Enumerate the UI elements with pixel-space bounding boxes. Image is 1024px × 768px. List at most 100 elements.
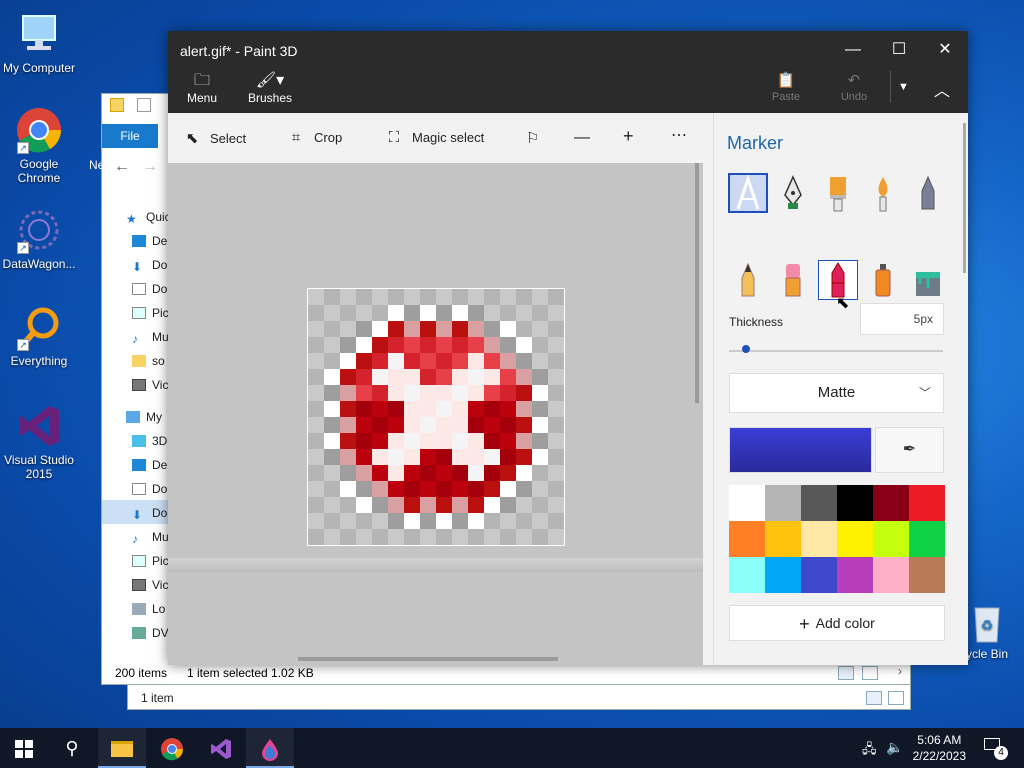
color-swatch[interactable] bbox=[837, 485, 873, 521]
desktop-icon-everything[interactable]: ↗ Everything bbox=[0, 303, 78, 368]
taskbar-file-explorer[interactable] bbox=[98, 728, 146, 768]
select-tool[interactable]: ⬉ Select bbox=[182, 129, 246, 147]
color-swatch[interactable] bbox=[765, 557, 801, 593]
desktop-icon-visual-studio[interactable]: Visual Studio 2015 bbox=[0, 402, 78, 481]
thickness-slider[interactable] bbox=[729, 350, 943, 352]
nav-item[interactable]: De bbox=[132, 458, 167, 472]
color-swatch[interactable] bbox=[909, 485, 945, 521]
menu-button[interactable]: 🗀 Menu bbox=[180, 71, 224, 105]
color-swatch[interactable] bbox=[909, 521, 945, 557]
minimize-button[interactable]: — bbox=[830, 39, 876, 63]
crop-tool[interactable]: ⌗ Crop bbox=[286, 129, 342, 146]
canvas-area[interactable] bbox=[168, 163, 703, 665]
nav-item[interactable]: Pic bbox=[132, 306, 169, 320]
nav-item[interactable]: De bbox=[132, 234, 167, 248]
color-swatch[interactable] bbox=[837, 521, 873, 557]
nav-item-selected[interactable]: ⬇ Do bbox=[102, 500, 172, 524]
color-swatch[interactable] bbox=[873, 557, 909, 593]
start-button[interactable] bbox=[0, 728, 48, 768]
nav-item[interactable]: Lo bbox=[132, 602, 165, 616]
details-view-icon[interactable] bbox=[866, 691, 882, 705]
nav-item[interactable]: Vic bbox=[132, 578, 168, 592]
undo-button[interactable]: ↶ Undo bbox=[834, 71, 874, 103]
dvd-drive-icon bbox=[132, 627, 146, 639]
current-color-swatch[interactable] bbox=[729, 427, 872, 473]
zoom-out-icon[interactable]: — bbox=[574, 129, 590, 147]
color-swatch[interactable] bbox=[729, 557, 765, 593]
nav-item[interactable]: ⬇ Do bbox=[132, 258, 167, 274]
more-dropdown-icon[interactable]: ▼ bbox=[898, 81, 909, 93]
magic-select-tool[interactable]: ⛶ Magic select bbox=[384, 129, 485, 146]
nav-item[interactable]: My bbox=[126, 410, 162, 424]
color-swatch[interactable] bbox=[873, 521, 909, 557]
more-options-icon[interactable]: ⋯ bbox=[671, 125, 687, 145]
nav-item[interactable]: 3D bbox=[132, 434, 167, 448]
paint3d-window[interactable]: alert.gif* - Paint 3D — ☐ ✕ 🗀 Menu 🖌▾ Br… bbox=[168, 31, 968, 665]
taskbar-paint3d[interactable] bbox=[246, 728, 294, 768]
forward-arrow-icon[interactable]: → bbox=[142, 158, 158, 176]
color-swatch[interactable] bbox=[801, 557, 837, 593]
oil-brush[interactable] bbox=[818, 173, 858, 213]
nav-item[interactable]: Do bbox=[132, 482, 167, 496]
nav-item[interactable]: ★ Quic bbox=[126, 210, 171, 226]
large-icons-view-icon[interactable] bbox=[888, 691, 904, 705]
nav-item[interactable]: DV bbox=[132, 626, 169, 640]
network-icon[interactable]: 🖧 bbox=[862, 740, 877, 762]
panel-scrollbar[interactable] bbox=[963, 123, 966, 273]
marker-brush[interactable] bbox=[728, 173, 768, 213]
nav-item[interactable]: Vic bbox=[132, 378, 168, 392]
brushes-button[interactable]: 🖌▾ Brushes bbox=[246, 71, 294, 105]
horizontal-scrollbar[interactable] bbox=[298, 657, 558, 661]
flag-icon[interactable]: ⚐ bbox=[526, 129, 539, 147]
color-swatch[interactable] bbox=[801, 521, 837, 557]
close-button[interactable]: ✕ bbox=[922, 39, 968, 63]
color-swatch[interactable] bbox=[729, 521, 765, 557]
back-arrow-icon[interactable]: ← bbox=[114, 158, 130, 176]
eyedropper-button[interactable]: ✒ bbox=[875, 427, 944, 473]
paste-button[interactable]: 📋 Paste bbox=[766, 71, 806, 103]
color-swatch[interactable] bbox=[729, 485, 765, 521]
color-swatch[interactable] bbox=[765, 485, 801, 521]
volume-icon[interactable]: 🔈 bbox=[886, 739, 903, 756]
pencil-brush[interactable] bbox=[728, 260, 768, 300]
fill-bucket-brush[interactable] bbox=[908, 260, 948, 300]
datawagon-icon: ↗ bbox=[15, 206, 63, 254]
eraser-brush[interactable] bbox=[773, 260, 813, 300]
color-swatch[interactable] bbox=[837, 557, 873, 593]
clock[interactable]: 5:06 AM 2/22/2023 bbox=[913, 732, 966, 764]
watercolor-brush[interactable] bbox=[863, 173, 903, 213]
color-swatch[interactable] bbox=[873, 485, 909, 521]
details-view-icon[interactable] bbox=[838, 666, 854, 680]
notifications-button[interactable]: 4 bbox=[984, 738, 1008, 760]
color-swatch[interactable] bbox=[801, 485, 837, 521]
file-tab[interactable]: File bbox=[102, 124, 158, 148]
pixel-pen-brush[interactable] bbox=[908, 173, 948, 213]
large-icons-view-icon[interactable] bbox=[862, 666, 878, 680]
search-button[interactable]: ⚲ bbox=[48, 728, 96, 768]
desktop-icon-google-chrome[interactable]: ↗ Google Chrome bbox=[0, 106, 78, 185]
taskbar-chrome[interactable] bbox=[148, 728, 196, 768]
collapse-icon[interactable]: ︿ bbox=[934, 77, 950, 101]
color-swatch[interactable] bbox=[765, 521, 801, 557]
properties-icon[interactable] bbox=[137, 98, 152, 112]
scroll-right-icon[interactable]: › bbox=[898, 664, 902, 678]
desktop-icon-my-computer[interactable]: My Computer bbox=[0, 10, 78, 75]
finish-dropdown[interactable]: Matte ﹀ bbox=[729, 373, 944, 413]
thickness-slider-thumb[interactable] bbox=[741, 345, 750, 353]
nav-item[interactable]: so bbox=[132, 354, 165, 368]
thickness-input[interactable]: 5px bbox=[860, 303, 944, 335]
nav-item[interactable]: Pic bbox=[132, 554, 169, 568]
calligraphy-pen-brush[interactable] bbox=[773, 173, 813, 213]
add-color-button[interactable]: + Add color bbox=[729, 605, 945, 641]
nav-item[interactable]: Do bbox=[132, 282, 167, 296]
nav-item[interactable]: ♪ Mu bbox=[132, 530, 169, 546]
spray-can-brush[interactable] bbox=[863, 260, 903, 300]
image-canvas[interactable] bbox=[307, 288, 565, 546]
desktop-icon-datawagon[interactable]: ↗ DataWagon... bbox=[0, 206, 78, 271]
vertical-scrollbar[interactable] bbox=[695, 163, 699, 403]
nav-item[interactable]: ♪ Mu bbox=[132, 330, 169, 346]
maximize-button[interactable]: ☐ bbox=[876, 39, 922, 63]
zoom-in-icon[interactable]: + bbox=[623, 126, 634, 147]
taskbar-visual-studio[interactable] bbox=[197, 728, 245, 768]
color-swatch[interactable] bbox=[909, 557, 945, 593]
